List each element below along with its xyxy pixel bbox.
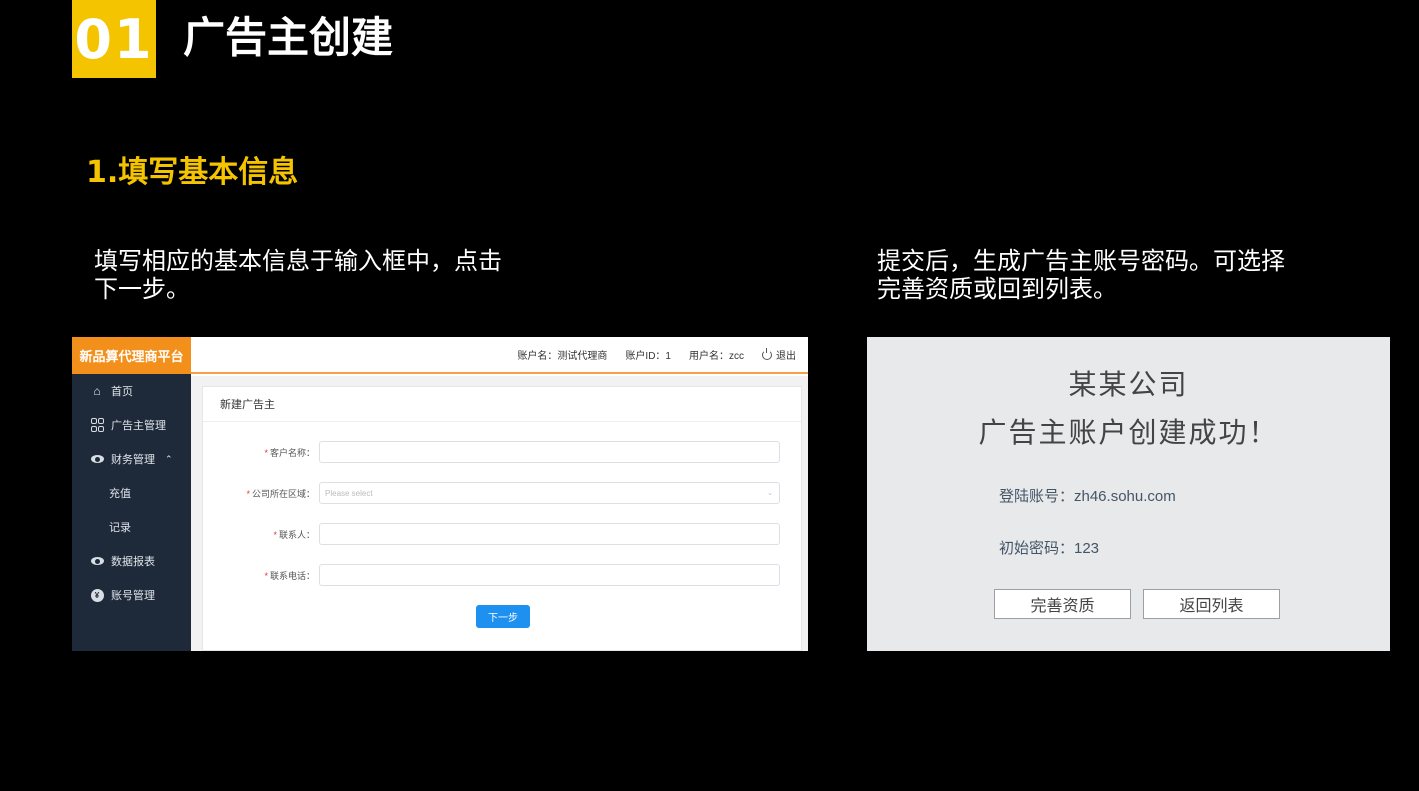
- sidebar-item-label: 记录: [109, 522, 131, 534]
- next-button[interactable]: 下一步: [476, 605, 530, 628]
- account-id: 账户ID：1: [625, 351, 671, 362]
- sidebar-item-recharge[interactable]: 充值: [72, 476, 191, 510]
- back-to-list-button[interactable]: 返回列表: [1143, 589, 1280, 619]
- sidebar: ⌂ 首页 广告主管理 财务管理 ⌃ 充值 记录 数据报表 ¥ 账号管理: [72, 374, 191, 651]
- login-account: 登陆账号：zh46.sohu.com: [999, 488, 1176, 505]
- sidebar-item-finance-management[interactable]: 财务管理 ⌃: [72, 442, 191, 476]
- top-bar: 账户名：测试代理商 账户ID：1 用户名：zcc 退出: [191, 337, 808, 374]
- sidebar-item-data-reports[interactable]: 数据报表: [72, 544, 191, 578]
- description-left: 填写相应的基本信息于输入框中，点击下一步。: [94, 247, 502, 303]
- complete-qualification-button[interactable]: 完善资质: [994, 589, 1131, 619]
- customer-name-input[interactable]: [319, 441, 780, 463]
- card-title: 新建广告主: [203, 387, 801, 422]
- success-message: 广告主账户创建成功！: [978, 416, 1279, 449]
- phone-label: * 联系电话：: [264, 570, 315, 581]
- sidebar-item-label: 账号管理: [111, 590, 155, 602]
- slide-title: 广告主创建: [183, 13, 394, 62]
- phone-input[interactable]: [319, 564, 780, 586]
- description-right: 提交后，生成广告主账号密码。可选择完善资质或回到列表。: [877, 247, 1285, 303]
- sidebar-item-account-management[interactable]: ¥ 账号管理: [72, 578, 191, 612]
- account-name: 账户名：测试代理商: [517, 351, 608, 362]
- power-icon: [762, 347, 772, 360]
- sidebar-item-home[interactable]: ⌂ 首页: [72, 374, 191, 408]
- customer-name-row: * 客户名称：: [203, 440, 801, 464]
- coin-icon: ¥: [90, 588, 104, 602]
- slide-number-badge: 01: [72, 0, 156, 78]
- success-screenshot: 某某公司 广告主账户创建成功！ 登陆账号：zh46.sohu.com 初始密码：…: [867, 337, 1390, 651]
- sidebar-item-label: 财务管理: [111, 454, 155, 466]
- home-icon: ⌂: [93, 384, 101, 398]
- region-select[interactable]: Please select ⌄: [319, 482, 780, 504]
- region-placeholder: Please select: [325, 488, 373, 498]
- sidebar-item-label: 首页: [111, 386, 133, 398]
- region-row: * 公司所在区域： Please select ⌄: [203, 481, 801, 505]
- initial-password: 初始密码：123: [999, 540, 1100, 557]
- chevron-up-icon: ⌃: [165, 453, 173, 464]
- contact-label: * 联系人：: [273, 529, 315, 540]
- sidebar-item-label: 数据报表: [111, 556, 155, 568]
- create-advertiser-screenshot: 新品算代理商平台 账户名：测试代理商 账户ID：1 用户名：zcc 退出 ⌂ 首…: [72, 337, 808, 651]
- sidebar-item-label: 充值: [109, 488, 131, 500]
- eye-icon: [90, 452, 104, 466]
- chevron-down-icon: ⌄: [767, 490, 773, 497]
- grid-icon: [90, 418, 104, 432]
- sidebar-item-label: 广告主管理: [111, 420, 166, 432]
- username: 用户名：zcc: [689, 351, 744, 362]
- eye-icon: [90, 554, 104, 568]
- phone-row: * 联系电话：: [203, 563, 801, 587]
- company-name: 某某公司: [1068, 368, 1189, 401]
- sidebar-item-records[interactable]: 记录: [72, 510, 191, 544]
- step-title: 1.填写基本信息: [86, 155, 299, 190]
- contact-row: * 联系人：: [203, 522, 801, 546]
- platform-logo: 新品算代理商平台: [72, 337, 191, 374]
- logout-label: 退出: [776, 351, 796, 362]
- sidebar-item-advertiser-management[interactable]: 广告主管理: [72, 408, 191, 442]
- content-area: 新建广告主 * 客户名称： * 公司所在区域： Please select ⌄ * 联…: [191, 376, 808, 651]
- customer-name-label: * 客户名称：: [264, 447, 315, 458]
- contact-input[interactable]: [319, 523, 780, 545]
- region-label: * 公司所在区域：: [246, 488, 315, 499]
- logout-button[interactable]: 退出: [762, 347, 796, 362]
- form-card: 新建广告主 * 客户名称： * 公司所在区域： Please select ⌄ * 联…: [202, 386, 802, 651]
